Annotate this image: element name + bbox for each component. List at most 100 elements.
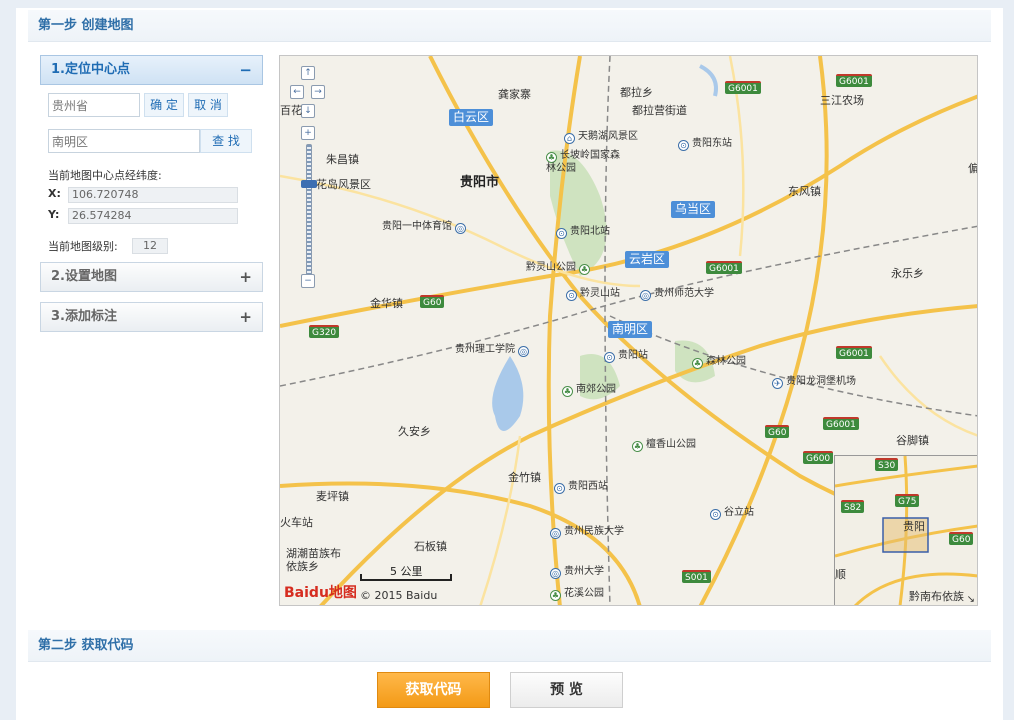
expand-icon[interactable]: + (239, 303, 252, 331)
place-label: 麦坪镇 (316, 490, 349, 503)
pan-right-icon[interactable]: → (311, 85, 325, 99)
city-label: 贵阳市 (460, 175, 500, 190)
zoom-level-value: 12 (132, 238, 168, 254)
district-input[interactable] (48, 129, 200, 153)
place-label: 金华镇 (370, 297, 403, 310)
highway-shield: S001 (682, 570, 711, 583)
pan-left-icon[interactable]: ← (290, 85, 304, 99)
district-label: 乌当区 (671, 201, 716, 218)
x-label: X: (48, 187, 61, 200)
section-locate-center-label: 1.定位中心点 (51, 62, 130, 77)
poi[interactable]: ◎ 贵州师范大学 (640, 284, 714, 301)
expand-icon[interactable]: + (239, 263, 252, 291)
step1-header: 第一步 创建地图 (28, 10, 991, 42)
place-label: 石板镇 (414, 540, 447, 553)
section-map-settings-label: 2.设置地图 (51, 269, 117, 284)
place-label: 湖潮苗族布依族乡 (286, 547, 341, 573)
poi[interactable]: ⊙ 贵阳站 (604, 346, 648, 363)
school-icon: ◎ (640, 290, 651, 301)
poi[interactable]: ✈ 贵阳龙洞堡机场 (772, 372, 856, 389)
overview-place-label: 顺 (835, 568, 846, 581)
park-icon: ♣ (692, 358, 703, 369)
search-button[interactable]: 查 找 (200, 129, 252, 153)
section-add-marker[interactable]: 3.添加标注 + (40, 302, 263, 332)
landmark-icon: ⌂ (564, 133, 575, 144)
poi[interactable]: ⊙ 黔灵山站 (566, 284, 620, 301)
poi[interactable]: ⌂ 天鹅湖风景区 (564, 127, 638, 144)
page-container: 第一步 创建地图 1.定位中心点 − 确 定 取 消 查 找 当前地图中心点经纬… (16, 8, 1003, 720)
map-copyright: © 2015 Baidu (360, 589, 438, 602)
cancel-button[interactable]: 取 消 (188, 93, 228, 117)
highway-shield: G6001 (836, 346, 872, 359)
zoom-slider-handle[interactable] (301, 180, 317, 188)
park-icon: ♣ (562, 386, 573, 397)
y-value: 26.574284 (68, 208, 238, 224)
get-code-button[interactable]: 获取代码 (377, 672, 490, 708)
overview-map[interactable]: S30 G75 S82 贵阳 G60 黔南布依族 顺 ↘ (834, 455, 977, 605)
overview-place-label: 贵阳 (903, 520, 925, 533)
place-label: 朱昌镇 (326, 153, 359, 166)
zoom-in-icon[interactable]: + (301, 126, 315, 140)
highway-shield: G6001 (725, 81, 761, 94)
highway-shield: G600 (803, 451, 834, 464)
park-icon: ♣ (546, 152, 557, 163)
zoom-slider[interactable] (306, 144, 312, 284)
poi[interactable]: ◎ 贵州民族大学 (550, 522, 624, 539)
zoom-out-icon[interactable]: − (301, 274, 315, 288)
place-label: 东风镇 (788, 185, 821, 198)
poi[interactable]: ⊙ 谷立站 (710, 503, 754, 520)
section-map-settings[interactable]: 2.设置地图 + (40, 262, 263, 292)
poi[interactable]: ♣ 花溪公园 (550, 584, 604, 601)
step2-header: 第二步 获取代码 (28, 630, 991, 662)
y-label: Y: (48, 208, 60, 221)
train-station-icon: ⊙ (556, 228, 567, 239)
overview-highway-shield: S30 (875, 458, 899, 471)
poi[interactable]: ◎ 贵州大学 (550, 562, 604, 579)
preview-button[interactable]: 预 览 (510, 672, 623, 708)
place-label: 久安乡 (398, 425, 431, 438)
district-label: 云岩区 (625, 251, 670, 268)
place-label: 三江农场 (820, 94, 864, 107)
map-canvas[interactable]: ↑ ← → ↓ + − 贵阳市 白云区 乌当区 云岩区 南明区 龚家寨 都拉乡 … (279, 55, 978, 606)
zoom-level-label: 当前地图级别: (48, 240, 118, 253)
collapse-icon[interactable]: − (239, 56, 252, 84)
confirm-button[interactable]: 确 定 (144, 93, 184, 117)
highway-shield: G320 (309, 325, 340, 338)
place-label: 偏 (968, 162, 978, 175)
overview-highway-shield: G60 (949, 532, 974, 545)
poi[interactable]: ⊙ 贵阳北站 (556, 222, 610, 239)
place-label: 金竹镇 (508, 471, 541, 484)
poi[interactable]: ♣ 长坡岭国家森林公园 (546, 150, 626, 175)
pan-down-icon[interactable]: ↓ (301, 104, 315, 118)
train-station-icon: ⊙ (678, 140, 689, 151)
highway-shield: G6001 (706, 261, 742, 274)
place-label: 谷脚镇 (896, 434, 929, 447)
overview-highway-shield: G75 (895, 494, 920, 507)
poi[interactable]: ⊙ 贵阳西站 (554, 477, 608, 494)
poi[interactable]: 贵阳一中体育馆 ◎ (382, 217, 469, 234)
place-label: 龚家寨 (498, 88, 531, 101)
poi[interactable]: ♣ 南郊公园 (562, 380, 616, 397)
school-icon: ◎ (550, 568, 561, 579)
pan-up-icon[interactable]: ↑ (301, 66, 315, 80)
province-input[interactable] (48, 93, 140, 117)
section-locate-center[interactable]: 1.定位中心点 − (40, 55, 263, 85)
sidebar: 1.定位中心点 − 确 定 取 消 查 找 当前地图中心点经纬度: X: 106… (40, 55, 263, 332)
section-locate-center-body: 确 定 取 消 查 找 当前地图中心点经纬度: X: 106.720748 Y:… (40, 85, 263, 260)
overview-toggle-icon[interactable]: ↘ (967, 594, 975, 605)
school-icon: ◎ (518, 346, 529, 357)
poi[interactable]: 贵州理工学院 ◎ (455, 340, 532, 357)
train-station-icon: ⊙ (566, 290, 577, 301)
scale-bar (360, 574, 452, 581)
poi[interactable]: ⊙ 贵阳东站 (678, 134, 732, 151)
poi[interactable]: ♣ 檀香山公园 (632, 435, 696, 452)
district-label: 南明区 (608, 321, 653, 338)
poi[interactable]: ♣ 森林公园 (692, 352, 746, 369)
highway-shield: G60 (765, 425, 790, 438)
park-icon: ♣ (579, 264, 590, 275)
section-add-marker-label: 3.添加标注 (51, 309, 117, 324)
center-coords-label: 当前地图中心点经纬度: (48, 169, 162, 182)
school-icon: ◎ (550, 528, 561, 539)
poi[interactable]: 黔灵山公园 ♣ (526, 258, 593, 275)
highway-shield: G6001 (823, 417, 859, 430)
